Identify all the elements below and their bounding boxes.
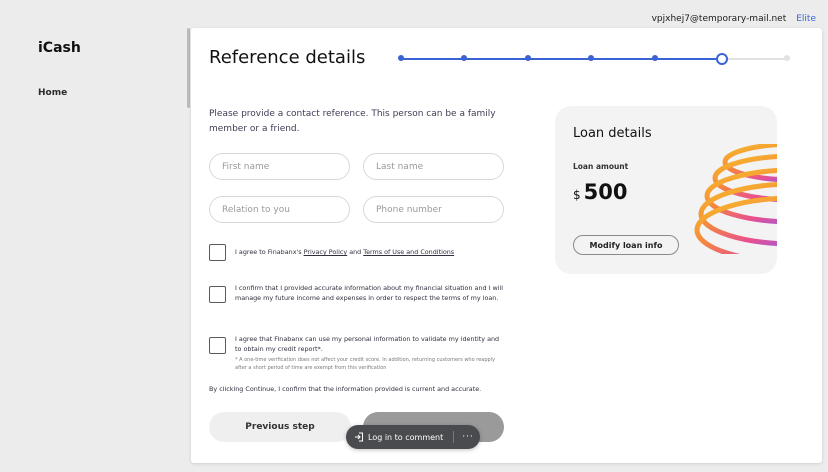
relation-input[interactable] <box>209 196 350 223</box>
step-dot <box>461 55 467 61</box>
terms-text: I agree to Finabanx's Privacy Policy and… <box>235 248 507 258</box>
more-options-icon[interactable]: ··· <box>462 432 474 442</box>
login-icon <box>355 432 363 442</box>
sidebar-item-home[interactable]: Home <box>38 88 67 98</box>
loan-amount-value: 500 <box>583 180 628 204</box>
divider <box>453 431 455 443</box>
phone-number-input[interactable] <box>363 196 504 223</box>
page-title: Reference details <box>209 47 366 68</box>
login-to-comment-label[interactable]: Log in to comment <box>368 433 443 442</box>
main-card: Reference details Please provide a conta… <box>191 28 822 463</box>
stepper-progress-line <box>401 58 725 60</box>
confirm-text: By clicking Continue, I confirm that the… <box>209 385 482 393</box>
credit-report-note: * A one-time verification does not affec… <box>235 357 496 371</box>
step-dot <box>398 55 404 61</box>
loan-details-card: Loan details Loan amount $ 500 Modify lo… <box>555 106 777 274</box>
step-dot <box>525 55 531 61</box>
terms-and: and <box>347 248 364 256</box>
modify-loan-button[interactable]: Modify loan info <box>573 235 679 255</box>
scrollbar[interactable] <box>187 28 190 108</box>
financial-confirm-checkbox[interactable] <box>209 286 226 303</box>
stepper-remaining-line <box>725 58 789 60</box>
credit-report-label: I agree that Finabanx can use my persona… <box>235 335 500 353</box>
loan-currency: $ <box>573 188 581 202</box>
loan-amount-label: Loan amount <box>573 162 629 171</box>
plan-link[interactable]: Elite <box>796 14 816 24</box>
login-to-comment-bar[interactable]: Log in to comment ··· <box>346 425 480 449</box>
first-name-input[interactable] <box>209 153 350 180</box>
previous-step-button[interactable]: Previous step <box>209 412 351 442</box>
financial-confirm-text: I confirm that I provided accurate infor… <box>235 284 504 302</box>
last-name-input[interactable] <box>363 153 504 180</box>
step-dot-current <box>716 53 728 65</box>
rainbow-rings-illustration <box>694 144 777 254</box>
progress-stepper <box>398 53 792 65</box>
terms-checkbox[interactable] <box>209 244 226 261</box>
privacy-policy-link[interactable]: Privacy Policy <box>304 248 348 256</box>
step-dot <box>652 55 658 61</box>
app-logo[interactable]: iCash <box>38 40 81 56</box>
top-bar: vpjxhej7@temporary-mail.net Elite <box>652 14 816 24</box>
intro-text: Please provide a contact reference. This… <box>209 109 496 134</box>
terms-prefix: I agree to Finabanx's <box>235 248 304 256</box>
credit-report-text: I agree that Finabanx can use my persona… <box>235 335 507 372</box>
user-email[interactable]: vpjxhej7@temporary-mail.net <box>652 14 787 24</box>
step-dot <box>588 55 594 61</box>
loan-amount: $ 500 <box>573 180 627 204</box>
credit-report-checkbox[interactable] <box>209 337 226 354</box>
step-dot-upcoming <box>784 55 790 61</box>
terms-of-use-link[interactable]: Terms of Use and Conditions <box>363 248 454 256</box>
loan-details-title: Loan details <box>573 126 652 141</box>
